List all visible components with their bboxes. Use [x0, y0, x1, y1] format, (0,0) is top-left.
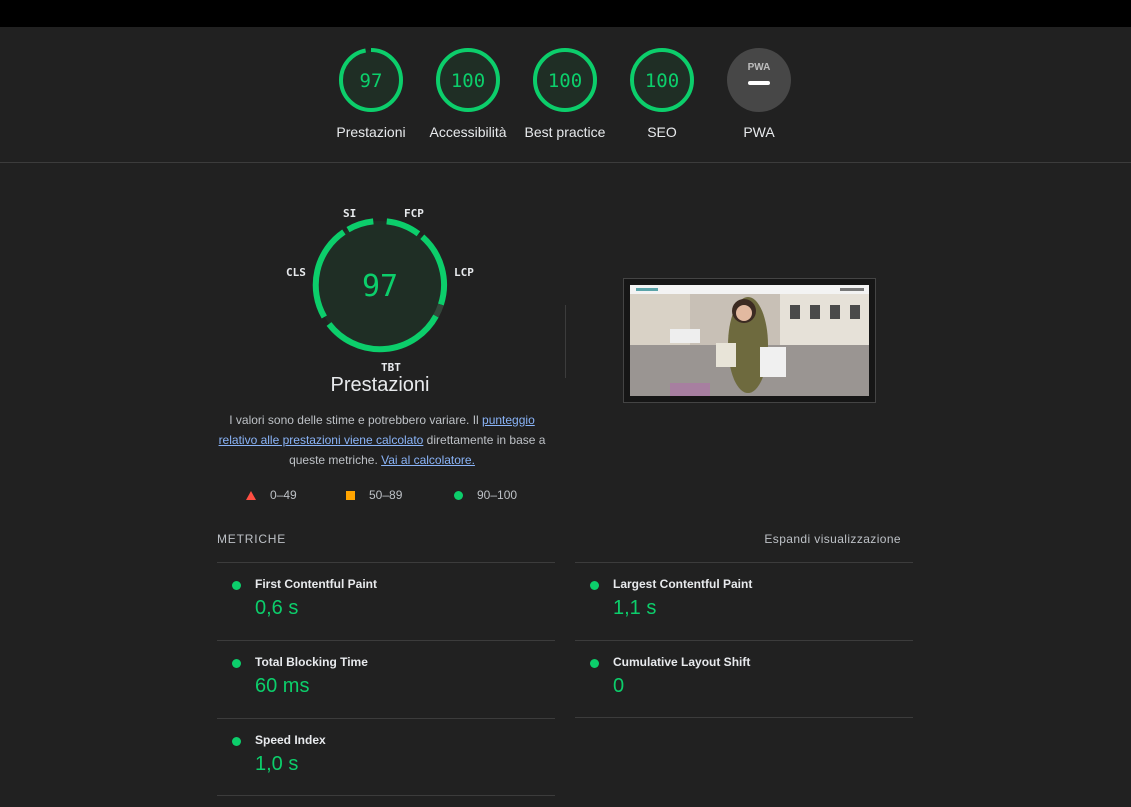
performance-description: I valori sono delle stime e potrebbero v… [212, 410, 552, 470]
performance-gauge: 97 [270, 200, 490, 400]
calculator-link[interactable]: Vai al calcolatore. [381, 453, 475, 467]
tag-si: SI [343, 207, 357, 220]
vertical-divider [565, 305, 566, 378]
pwa-badge-icon: PWA [727, 48, 791, 112]
metric-lcp: Largest Contentful Paint 1,1 s [575, 562, 913, 640]
metric-value: 1,0 s [255, 753, 299, 775]
metric-name: First Contentful Paint [255, 577, 377, 591]
pass-circle-icon [454, 490, 463, 500]
gauge-seo[interactable]: 100 SEO [612, 47, 712, 140]
metric-value: 60 ms [255, 675, 310, 697]
tag-cls: CLS [286, 266, 306, 279]
gauge-score: 97 [360, 70, 383, 92]
gauge-ring: 97 [339, 48, 403, 112]
score-header: 97 Prestazioni 100 Accessibilità 100 Bes… [0, 27, 1131, 163]
legend-average-label: 50–89 [369, 488, 403, 502]
performance-ring: 97 [312, 218, 448, 353]
pass-dot-icon [232, 659, 241, 668]
gauge-label: Accessibilità [429, 124, 507, 140]
performance-score: 97 [362, 269, 398, 304]
metric-value: 1,1 s [613, 597, 657, 619]
gauge-ring: 100 [436, 48, 500, 112]
metric-name: Cumulative Layout Shift [613, 655, 751, 669]
gauge-ring: 100 [533, 48, 597, 112]
metrics-title: METRICHE [217, 532, 287, 546]
top-bar [0, 0, 1131, 27]
gauge-label: Prestazioni [336, 124, 406, 140]
gauge-ring: 100 [630, 48, 694, 112]
performance-title: Prestazioni [330, 374, 430, 396]
legend-pass-label: 90–100 [477, 488, 518, 502]
desc-text-1: I valori sono delle stime e potrebbero v… [229, 413, 483, 427]
gauge-accessibilita[interactable]: 100 Accessibilità [418, 47, 518, 140]
street-photo-image [630, 285, 869, 396]
metric-divider [217, 795, 555, 796]
metric-cls: Cumulative Layout Shift 0 [575, 640, 913, 718]
tag-lcp: LCP [454, 266, 474, 279]
expand-view-button[interactable]: Espandi visualizzazione [764, 532, 901, 546]
pwa-badge-text: PWA [748, 62, 771, 73]
tag-tbt: TBT [381, 361, 401, 374]
gauge-best-practice[interactable]: 100 Best practice [515, 47, 615, 140]
metric-name: Largest Contentful Paint [613, 577, 753, 591]
legend-pass: 90–100 [454, 488, 517, 502]
gauge-score: 100 [645, 70, 679, 92]
pass-dot-icon [232, 581, 241, 590]
metric-value: 0 [613, 675, 625, 697]
legend-average: 50–89 [346, 488, 402, 502]
metric-name: Speed Index [255, 733, 326, 747]
legend-fail-label: 0–49 [270, 488, 297, 502]
pass-dot-icon [232, 737, 241, 746]
tag-fcp: FCP [404, 207, 424, 220]
metric-fcp: First Contentful Paint 0,6 s [217, 562, 555, 640]
metric-tbt: Total Blocking Time 60 ms [217, 640, 555, 718]
final-screenshot[interactable] [623, 278, 876, 403]
pass-dot-icon [590, 581, 599, 590]
screenshot-image [630, 285, 869, 396]
fail-triangle-icon [246, 490, 256, 500]
gauge-label: Best practice [524, 124, 606, 140]
gauge-pwa[interactable]: PWA PWA [709, 47, 809, 140]
gauge-label: PWA [743, 124, 775, 140]
metric-si: Speed Index 1,0 s [217, 718, 555, 796]
metric-value: 0,6 s [255, 597, 299, 619]
gauge-score: 100 [451, 70, 485, 92]
legend-fail: 0–49 [246, 488, 297, 502]
gauge-label: SEO [647, 124, 677, 140]
metric-name: Total Blocking Time [255, 655, 368, 669]
gauge-prestazioni[interactable]: 97 Prestazioni [321, 47, 421, 140]
gauge-score: 100 [548, 70, 582, 92]
average-square-icon [346, 490, 355, 500]
pass-dot-icon [590, 659, 599, 668]
metric-divider [575, 717, 913, 718]
